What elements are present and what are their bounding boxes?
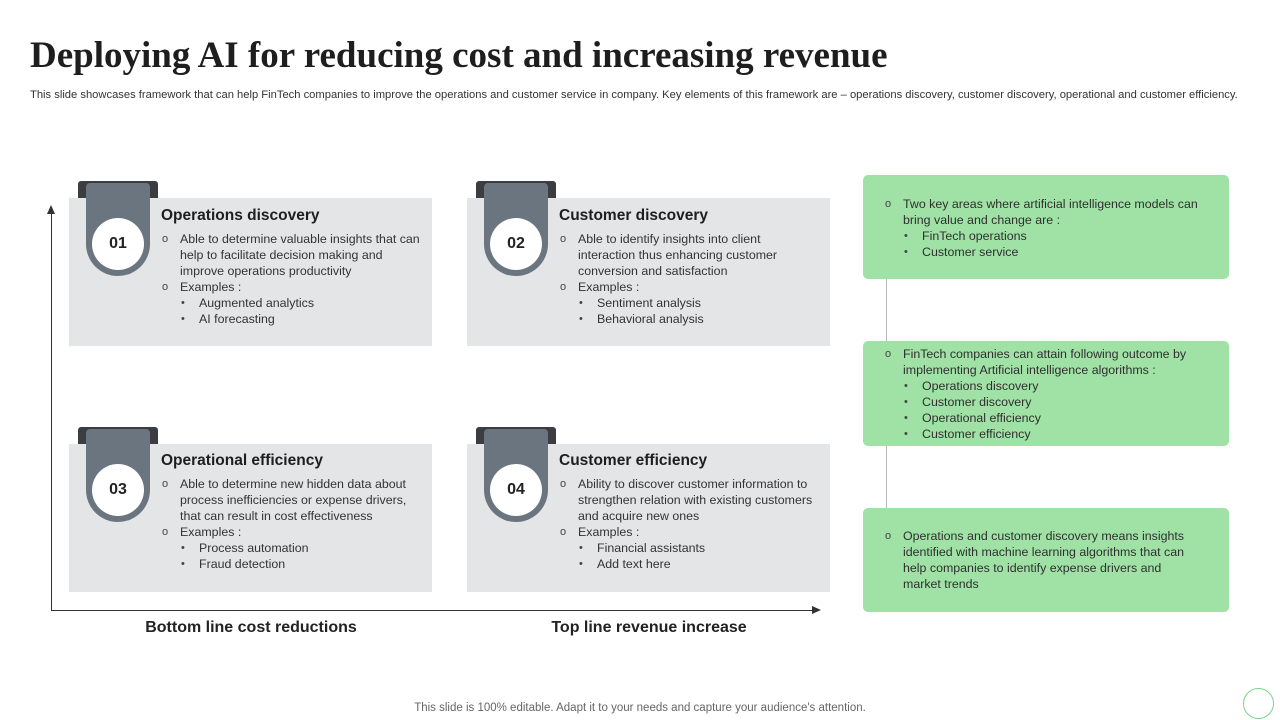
quadrant-title: Customer discovery (559, 207, 709, 224)
side-note-text: Two key areas where artificial intellige… (884, 196, 1214, 228)
side-note-item: Operations discovery (884, 378, 1216, 394)
badge-number: 01 (92, 218, 144, 270)
side-note-body: Operations and customer discovery means … (884, 528, 1184, 592)
x-axis-label-left: Bottom line cost reductions (145, 619, 357, 636)
badge-number: 03 (92, 464, 144, 516)
quadrant-description: Ability to discover customer information… (559, 476, 821, 524)
badge-number: 04 (490, 464, 542, 516)
y-axis-arrow-icon (47, 205, 55, 214)
slide-footer: This slide is 100% editable. Adapt it to… (414, 702, 866, 714)
number-badge-03: 03 (78, 427, 158, 522)
quadrant-example-item: Sentiment analysis (559, 295, 821, 311)
number-badge-02: 02 (476, 181, 556, 276)
side-note-outcomes: FinTech companies can attain following o… (863, 341, 1229, 446)
side-note-item: FinTech operations (884, 228, 1214, 244)
quadrant-example-item: AI forecasting (161, 311, 423, 327)
quadrant-example-item: Process automation (161, 540, 423, 556)
side-note-body: FinTech companies can attain following o… (884, 346, 1216, 442)
y-axis-line (51, 211, 52, 611)
side-note-body: Two key areas where artificial intellige… (884, 196, 1214, 260)
side-note-item: Customer discovery (884, 394, 1216, 410)
quadrant-description: Able to identify insights into client in… (559, 231, 821, 279)
quadrant-example-item: Fraud detection (161, 556, 423, 572)
quadrant-examples-label: Examples : (161, 524, 423, 540)
quadrant-body: Ability to discover customer information… (559, 476, 821, 572)
quadrant-body: Able to identify insights into client in… (559, 231, 821, 327)
quadrant-description: Able to determine valuable insights that… (161, 231, 423, 279)
connector-line (886, 446, 887, 508)
connector-line (886, 279, 887, 341)
quadrant-example-item: Add text here (559, 556, 821, 572)
number-badge-04: 04 (476, 427, 556, 522)
side-note-item: Customer efficiency (884, 426, 1216, 442)
side-note-text: FinTech companies can attain following o… (884, 346, 1216, 378)
quadrant-body: Able to determine valuable insights that… (161, 231, 423, 327)
quadrant-title: Operations discovery (161, 207, 320, 224)
quadrant-description: Able to determine new hidden data about … (161, 476, 423, 524)
quadrant-example-item: Augmented analytics (161, 295, 423, 311)
x-axis-arrow-icon (812, 606, 821, 614)
quadrant-body: Able to determine new hidden data about … (161, 476, 423, 572)
slide-subtitle: This slide showcases framework that can … (30, 89, 1238, 101)
side-note-item: Customer service (884, 244, 1214, 260)
quadrant-examples-label: Examples : (559, 524, 821, 540)
quadrant-examples-label: Examples : (559, 279, 821, 295)
quadrant-example-item: Financial assistants (559, 540, 821, 556)
x-axis-label-right: Top line revenue increase (551, 619, 747, 636)
quadrant-title: Customer efficiency (559, 452, 708, 469)
quadrant-title: Operational efficiency (161, 452, 323, 469)
x-axis-line (51, 610, 814, 611)
quadrant-example-item: Behavioral analysis (559, 311, 821, 327)
corner-ring-icon (1243, 688, 1274, 719)
side-note-key-areas: Two key areas where artificial intellige… (863, 175, 1229, 279)
side-note-item: Operational efficiency (884, 410, 1216, 426)
number-badge-01: 01 (78, 181, 158, 276)
slide-title: Deploying AI for reducing cost and incre… (30, 35, 888, 76)
quadrant-examples-label: Examples : (161, 279, 423, 295)
side-note-discovery-meaning: Operations and customer discovery means … (863, 508, 1229, 612)
side-note-text: Operations and customer discovery means … (884, 528, 1184, 592)
badge-number: 02 (490, 218, 542, 270)
